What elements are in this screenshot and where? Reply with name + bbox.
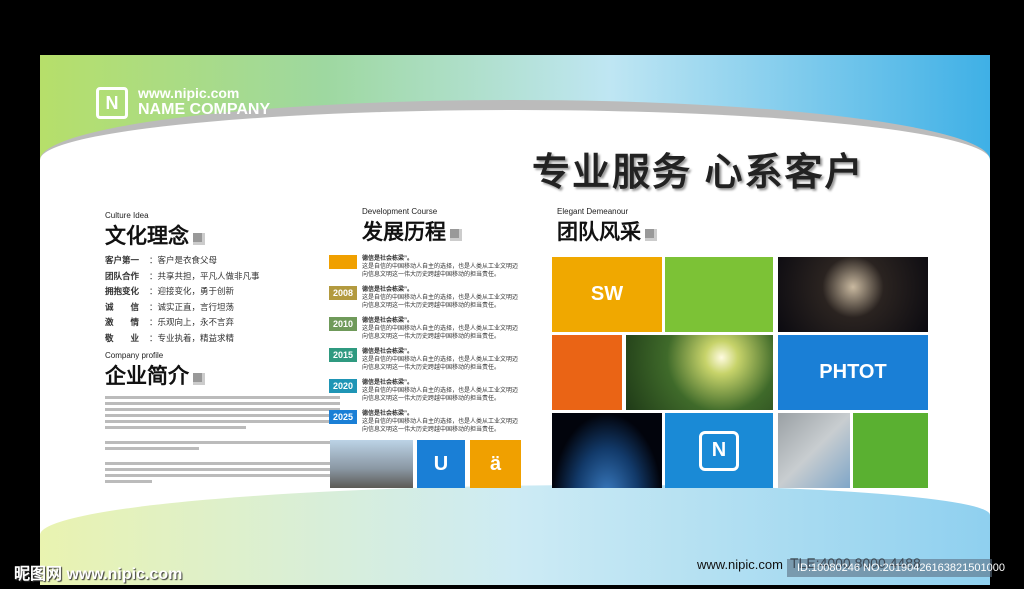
course-en: Development Course — [362, 207, 438, 216]
culture-item: 团队合作 ：共享共担，平凡人做非凡事 — [105, 270, 260, 286]
culture-key: 客户第一 — [105, 255, 140, 265]
team-title: 团队风采 — [557, 221, 641, 244]
culture-value: ：乐观向上，永不言弃 — [149, 317, 235, 327]
culture-key: 激 情 — [105, 317, 140, 327]
timeline-body: 这是自信的中国移动人自主的选择，也是人类从工业文明迈向信息文明这一伟大历史跨越中… — [362, 295, 519, 309]
culture-value: ：专业执着，精益求精 — [149, 332, 235, 343]
year-flag — [329, 255, 357, 269]
company-logo-icon: N — [96, 87, 128, 119]
year-flag: 2015 — [329, 348, 357, 362]
tile-phtot: PHTOT — [778, 335, 928, 410]
timeline-head: 德信是社会栋梁”。 — [362, 318, 414, 324]
culture-item: 拥抱变化 ：迎接变化，勇于创新 — [105, 285, 260, 301]
earth-photo — [552, 413, 662, 488]
tile-u: U — [417, 440, 465, 488]
culture-value: ：客户是衣食父母 — [149, 255, 218, 265]
culture-item: 诚 信 ：诚实正直，言行坦荡 — [105, 301, 260, 317]
culture-key: 敬 业 — [105, 332, 140, 343]
footer-url: www.nipic.com — [697, 557, 783, 572]
timeline-text: 德信是社会栋梁”。这是自信的中国移动人自主的选择，也是人类从工业文明迈向信息文明… — [362, 410, 522, 434]
watermark-id: ID:10080246 NO:20190426163821501000 — [787, 559, 1005, 577]
culture-key: 团队合作 — [105, 270, 140, 281]
timeline-head: 德信是社会栋梁”。 — [362, 380, 414, 386]
tile-green-2 — [853, 413, 928, 488]
timeline-text: 德信是社会栋梁”。这是自信的中国移动人自主的选择，也是人类从工业文明迈向信息文明… — [362, 379, 522, 403]
culture-key: 诚 信 — [105, 301, 140, 312]
culture-value: ：诚实正直，言行坦荡 — [149, 301, 235, 312]
timeline-head: 德信是社会栋梁”。 — [362, 349, 414, 355]
year-flag: 2020 — [329, 379, 357, 393]
year-flag: 2008 — [329, 286, 357, 300]
timeline-body: 这是自信的中国移动人自主的选择，也是人类从工业文明迈向信息文明这一伟大历史跨越中… — [362, 264, 519, 278]
square-icon — [193, 232, 205, 245]
team-header: Elegant Demeanour 团队风采 — [557, 207, 657, 246]
culture-item: 激 情 ：乐观向上，永不言弃 — [105, 316, 260, 332]
timeline-text: 德信是社会栋梁”。这是自信的中国移动人自主的选择，也是人类从工业文明迈向信息文明… — [362, 348, 522, 372]
timeline-body: 这是自信的中国移动人自主的选择，也是人类从工业文明迈向信息文明这一伟大历史跨越中… — [362, 326, 519, 340]
watermark-site: 昵图网 www.nipic.com — [14, 566, 183, 583]
culture-key: 拥抱变化 — [105, 286, 140, 296]
company-name: NAME COMPANY — [138, 101, 271, 118]
timeline-head: 德信是社会栋梁”。 — [362, 256, 414, 262]
square-icon — [450, 228, 462, 241]
slogan: 专业服务 心系客户 — [532, 152, 865, 194]
culture-item: 客户第一 ：客户是衣食父母 — [105, 254, 260, 270]
company-logo-icon: N — [699, 430, 739, 471]
team-en: Elegant Demeanour — [557, 207, 629, 216]
course-header: Development Course 发展历程 — [362, 207, 462, 246]
forest-photo — [626, 335, 773, 410]
culture-list: 客户第一 ：客户是衣食父母 团队合作 ：共享共担，平凡人做非凡事 拥抱变化 ：迎接变化，勇… — [105, 254, 260, 347]
timeline-text: 德信是社会栋梁”。这是自信的中国移动人自主的选择，也是人类从工业文明迈向信息文明… — [362, 317, 522, 341]
timeline-text: 德信是社会栋梁”。这是自信的中国移动人自主的选择，也是人类从工业文明迈向信息文明… — [362, 286, 522, 310]
city-photo — [330, 440, 413, 488]
poster-board: N www.nipic.com NAME COMPANY 专业服务 心系客户 C… — [40, 55, 990, 585]
culture-en: Culture Idea — [105, 211, 149, 220]
timeline-head: 德信是社会栋梁”。 — [362, 287, 414, 293]
timeline-body: 这是自信的中国移动人自主的选择，也是人类从工业文明迈向信息文明这一伟大历史跨越中… — [362, 419, 519, 433]
culture-value: ：迎接变化，勇于创新 — [149, 286, 235, 296]
year-flag: 2025 — [329, 410, 357, 424]
square-icon — [193, 372, 205, 385]
culture-value: ：共享共担，平凡人做非凡事 — [149, 270, 260, 281]
course-title: 发展历程 — [362, 221, 446, 244]
tile-green — [665, 257, 773, 332]
profile-text-lines — [105, 396, 340, 483]
profile-en: Company profile — [105, 351, 164, 360]
profile-title: 企业简介 — [105, 365, 189, 388]
timeline-text: 德信是社会栋梁”。这是自信的中国移动人自主的选择，也是人类从工业文明迈向信息文明… — [362, 255, 522, 279]
timeline-head: 德信是社会栋梁”。 — [362, 411, 414, 417]
tile-logo: N — [665, 413, 773, 488]
culture-title: 文化理念 — [105, 225, 189, 248]
culture-item: 敬 业 ：专业执着，精益求精 — [105, 332, 260, 348]
timeline-body: 这是自信的中国移动人自主的选择，也是人类从工业文明迈向信息文明这一伟大历史跨越中… — [362, 388, 519, 402]
tile-orange — [552, 335, 622, 410]
tile-a: ä — [470, 440, 521, 488]
header-url: www.nipic.com — [138, 85, 240, 101]
year-flag: 2010 — [329, 317, 357, 331]
square-icon — [645, 228, 657, 241]
culture-section: Culture Idea 文化理念 客户第一 ：客户是衣食父母 团队合作 ：共享共担，… — [105, 211, 260, 347]
tile-sw: SW — [552, 257, 662, 332]
profile-section: Company profile 企业简介 — [105, 351, 340, 486]
people-photo — [778, 413, 850, 488]
space-photo — [778, 257, 928, 332]
timeline-body: 这是自信的中国移动人自主的选择，也是人类从工业文明迈向信息文明这一伟大历史跨越中… — [362, 357, 519, 371]
